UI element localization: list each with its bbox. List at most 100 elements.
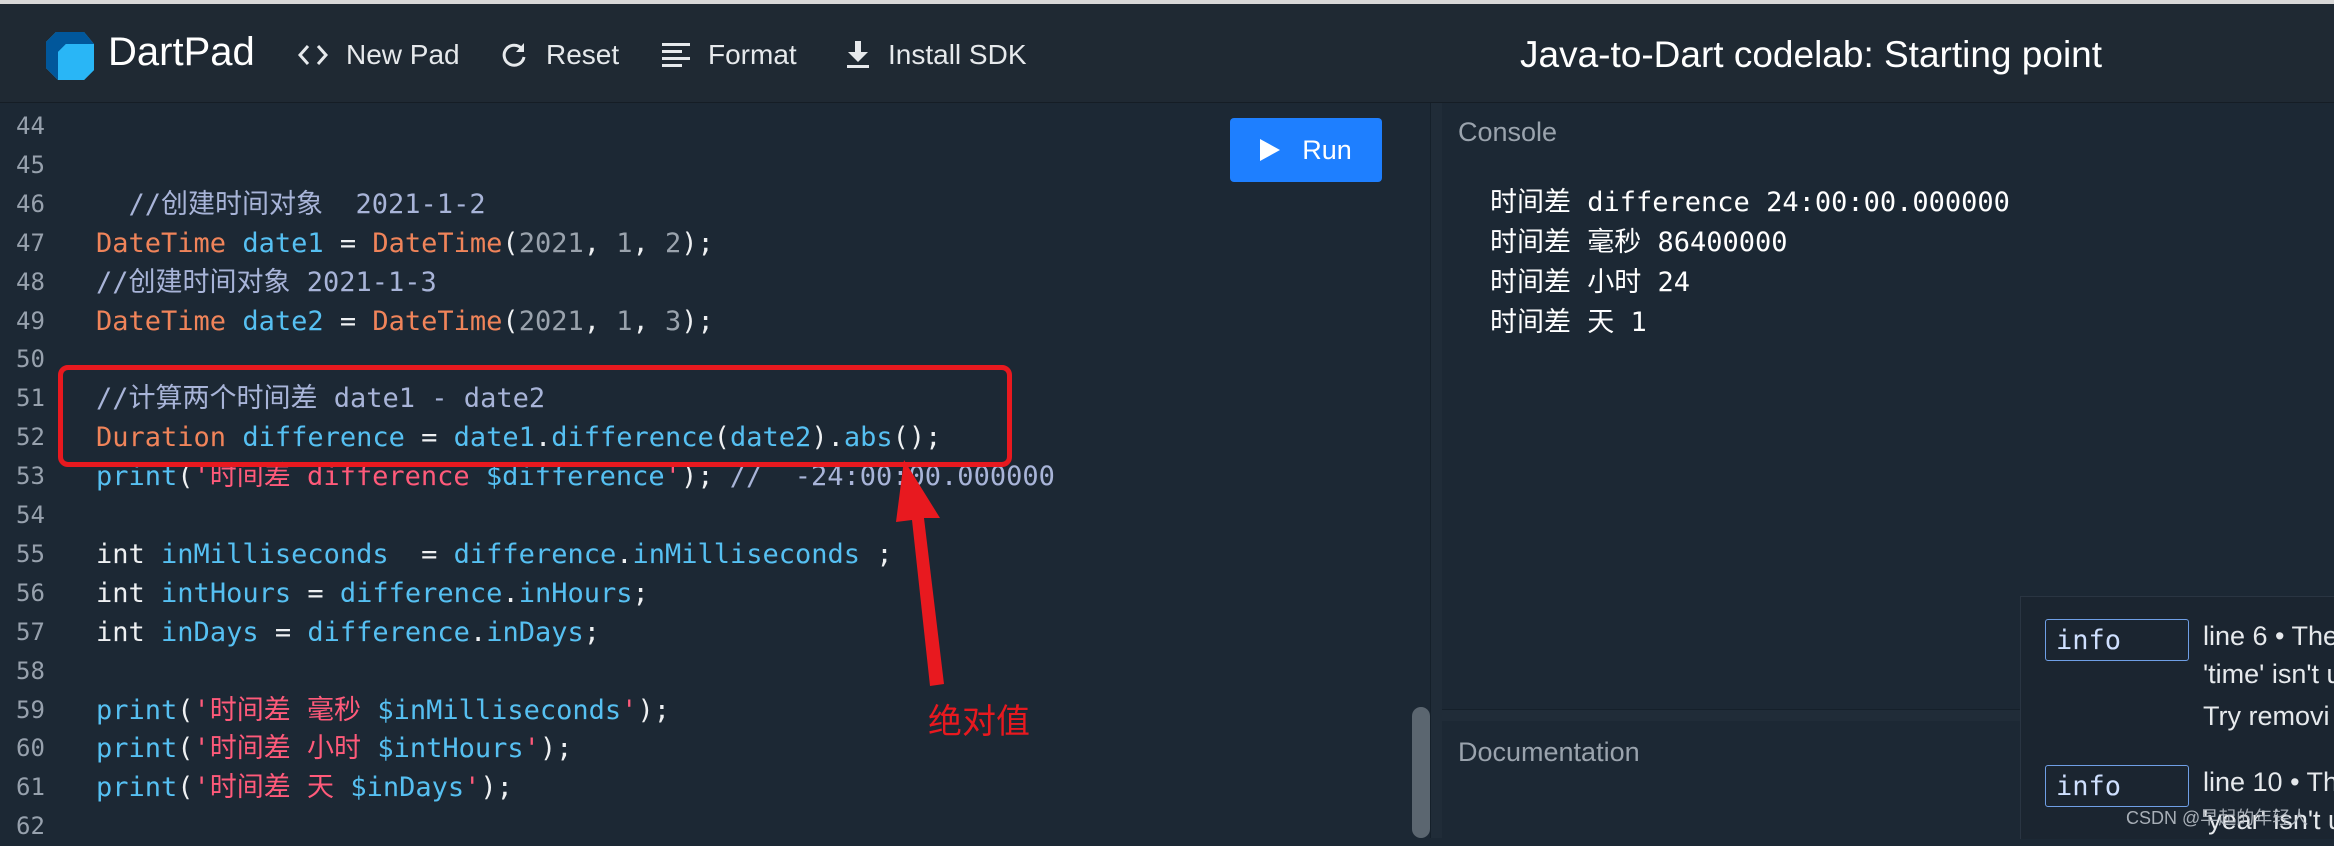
- issue-message[interactable]: line 10 • Th: [2203, 763, 2334, 801]
- code-token: inDays: [486, 616, 584, 648]
- code-token: ;: [583, 616, 601, 648]
- editor-scrollbar[interactable]: [1412, 707, 1430, 838]
- reset-label: Reset: [546, 39, 620, 70]
- code-area[interactable]: //创建时间对象 2021-1-2 DateTime date1 = DateTi…: [0, 103, 1400, 838]
- annotation-highlight-box: [58, 365, 1012, 467]
- code-token: DateTime: [96, 227, 227, 259]
- code-token: ,: [583, 305, 617, 337]
- code-token: =: [323, 305, 373, 337]
- code-token: ': [464, 772, 481, 804]
- issue-fix-hint: Try removi: [2203, 701, 2330, 731]
- code-token: ,: [583, 227, 617, 259]
- code-token: ;: [632, 577, 649, 609]
- issue-detail: 'time' isn't u: [2203, 659, 2334, 689]
- code-token: '时间差 毫秒: [193, 694, 378, 726]
- code-token: intHours: [161, 577, 292, 609]
- download-icon: [847, 41, 869, 68]
- refresh-icon: [502, 43, 526, 67]
- run-button[interactable]: Run: [1230, 118, 1382, 182]
- code-token: .: [616, 538, 633, 570]
- code-token: =: [291, 577, 340, 609]
- code-line: print('时间差 天 $inDays');: [96, 768, 513, 807]
- console-label: Console: [1458, 117, 1558, 147]
- code-token: date2: [242, 305, 324, 337]
- code-token: inDays: [161, 616, 259, 648]
- install-sdk-button[interactable]: Install SDK: [846, 32, 1027, 78]
- code-token: //创建时间对象 2021-1-2: [96, 188, 486, 220]
- run-label: Run: [1302, 134, 1352, 165]
- code-token: inMilliseconds: [632, 538, 861, 570]
- code-token: 3: [665, 305, 682, 337]
- code-token: ,: [632, 305, 666, 337]
- annotation-arrow-icon: [896, 460, 944, 686]
- annotation-note: 绝对值: [928, 703, 1030, 741]
- code-token: DateTime: [372, 227, 503, 259]
- code-token: int: [96, 538, 145, 570]
- code-token: 2021: [518, 227, 584, 259]
- code-token: '时间差 小时: [193, 733, 378, 765]
- code-token: print: [96, 694, 178, 726]
- code-token: $intHours: [377, 733, 524, 765]
- code-line: int intHours = difference.inHours;: [96, 574, 649, 613]
- watermark: CSDN @早起的年轻人: [2126, 808, 2309, 828]
- code-line: int inDays = difference.inDays;: [96, 613, 600, 652]
- code-icon: [298, 45, 328, 65]
- code-token: (: [502, 305, 519, 337]
- code-line: int inMilliseconds = difference.inMillis…: [96, 535, 893, 574]
- code-token: (: [177, 733, 194, 765]
- code-token: date1: [242, 227, 324, 259]
- code-token: '时间差 天: [193, 772, 351, 804]
- code-token: $inMilliseconds: [377, 694, 622, 726]
- code-token: int: [96, 577, 145, 609]
- code-token: $inDays: [350, 772, 465, 804]
- code-line: //创建时间对象 2021-1-3: [96, 263, 437, 302]
- format-align-icon: [662, 43, 690, 67]
- code-token: print: [96, 772, 178, 804]
- code-token: ': [523, 733, 540, 765]
- code-line: print('时间差 小时 $intHours');: [96, 729, 572, 768]
- code-token: inHours: [518, 577, 633, 609]
- new-pad-button[interactable]: New Pad: [298, 32, 460, 78]
- issue-message[interactable]: line 6 • The: [2203, 617, 2334, 655]
- code-token: );: [681, 227, 714, 259]
- code-token: );: [480, 772, 513, 804]
- new-pad-label: New Pad: [346, 39, 460, 70]
- code-token: (: [177, 772, 194, 804]
- code-editor[interactable]: 44 45 46 47 48 49 50 51 52 53 54 55 56 57 58 59 60 61 62 /…: [0, 103, 1430, 840]
- code-token: DateTime: [96, 305, 227, 337]
- code-line: DateTime date1 = DateTime(2021, 1, 2);: [96, 224, 714, 263]
- dart-logo-icon: [46, 32, 94, 80]
- code-token: DateTime: [372, 305, 503, 337]
- console-line: 时间差 difference 24:00:00.000000: [1490, 187, 2010, 218]
- code-token: );: [539, 733, 573, 765]
- code-token: difference: [307, 616, 470, 648]
- code-token: =: [323, 227, 373, 259]
- code-token: );: [681, 305, 714, 337]
- format-button[interactable]: Format: [662, 32, 797, 78]
- code-token: 2021: [518, 305, 584, 337]
- code-token: difference: [339, 577, 503, 609]
- code-token: //创建时间对象 2021-1-3: [96, 266, 437, 298]
- code-token: (: [502, 227, 519, 259]
- code-token: .: [502, 577, 519, 609]
- reset-button[interactable]: Reset: [500, 32, 619, 78]
- pad-title: Java-to-Dart codelab: Starting point: [1520, 34, 2103, 75]
- code-token: int: [96, 616, 145, 648]
- format-label: Format: [708, 39, 797, 70]
- code-token: );: [637, 694, 670, 726]
- code-token: 2: [665, 227, 682, 259]
- brand-name: DartPad: [108, 30, 255, 74]
- code-token: 1: [616, 305, 633, 337]
- code-token: (: [177, 694, 194, 726]
- console-line: 时间差 小时 24: [1490, 267, 1691, 298]
- documentation-label: Documentation: [1458, 737, 1640, 767]
- code-line: //创建时间对象 2021-1-2: [96, 185, 486, 224]
- info-badge: info: [2045, 765, 2189, 807]
- code-line: print('时间差 毫秒 $inMilliseconds');: [96, 691, 670, 730]
- issues-panel: info line 6 • The 'time' isn't u Try rem…: [2020, 596, 2334, 839]
